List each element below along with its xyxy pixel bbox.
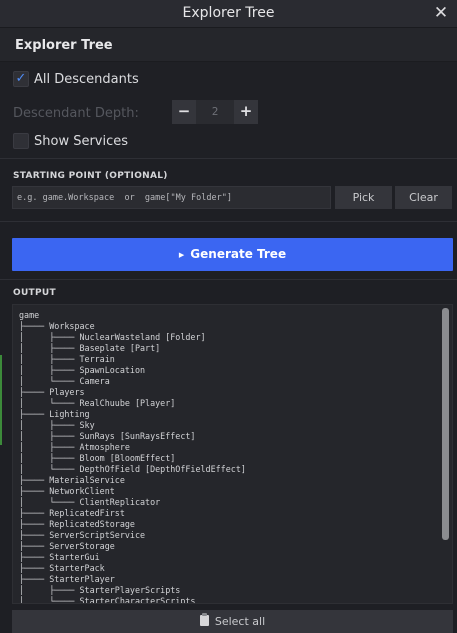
divider — [0, 221, 457, 222]
window-titlebar: Explorer Tree ✕ — [0, 0, 457, 28]
edge-stripe — [0, 355, 2, 445]
panel-heading: Explorer Tree — [15, 38, 113, 53]
window-title: Explorer Tree — [182, 5, 275, 21]
starting-point-label: STARTING POINT (OPTIONAL) — [13, 171, 168, 181]
all-descendants-label: All Descendants — [34, 71, 139, 87]
divider — [0, 158, 457, 159]
descendant-depth-row: Descendant Depth: — [13, 103, 139, 123]
depth-decrement-button[interactable]: − — [172, 100, 196, 124]
output-tree: game ├──── Workspace │ ├──── NuclearWastel… — [19, 310, 246, 604]
all-descendants-toggle[interactable]: ✓ All Descendants — [13, 69, 139, 89]
descendant-depth-stepper: − 2 + — [172, 100, 258, 124]
depth-value[interactable]: 2 — [196, 100, 234, 124]
show-services-checkbox[interactable] — [13, 133, 29, 149]
tree-line: │ └──── Camera — [19, 376, 110, 386]
all-descendants-checkbox[interactable]: ✓ — [13, 71, 29, 87]
clipboard-icon — [199, 613, 209, 626]
tree-line: │ ├──── Terrain — [19, 354, 115, 364]
output-textbox[interactable]: game ├──── Workspace │ ├──── NuclearWastel… — [12, 304, 453, 604]
clear-button[interactable]: Clear — [395, 186, 452, 209]
descendant-depth-label: Descendant Depth: — [13, 105, 139, 121]
select-all-button[interactable]: Select all — [12, 610, 453, 633]
tree-line: │ └──── RealChuube [Player] — [19, 398, 176, 408]
tree-line: │ ├──── Atmosphere — [19, 442, 130, 452]
generate-tree-label: Generate Tree — [190, 247, 287, 261]
tree-line: │ ├──── SpawnLocation — [19, 365, 146, 375]
checkmark-icon: ✓ — [15, 71, 27, 86]
tree-line: ├──── StarterGui — [19, 552, 100, 562]
tree-line: ├──── StarterPlayer — [19, 574, 115, 584]
select-all-label: Select all — [214, 615, 266, 628]
tree-line: ├──── MaterialService — [19, 475, 125, 485]
tree-line: │ └──── DepthOfField [DepthOfFieldEffect… — [19, 464, 246, 474]
tree-line: ├──── ReplicatedStorage — [19, 519, 135, 529]
close-icon[interactable]: ✕ — [431, 3, 451, 23]
tree-line: ├──── ServerScriptService — [19, 530, 146, 540]
play-icon: ▶ — [178, 251, 185, 259]
tree-line: ├──── Lighting — [19, 409, 90, 419]
tree-line: ├──── Workspace — [19, 321, 95, 331]
output-scrollbar[interactable] — [442, 308, 449, 540]
tree-line: ├──── StarterPack — [19, 563, 105, 573]
tree-line: │ ├──── SunRays [SunRaysEffect] — [19, 431, 196, 441]
show-services-toggle[interactable]: Show Services — [13, 131, 128, 151]
tree-line: │ ├──── Baseplate [Part] — [19, 343, 161, 353]
show-services-label: Show Services — [34, 133, 129, 149]
divider — [0, 279, 457, 280]
depth-increment-button[interactable]: + — [234, 100, 258, 124]
pick-button[interactable]: Pick — [335, 186, 392, 209]
tree-line: ├──── ReplicatedFirst — [19, 508, 125, 518]
tree-line: │ ├──── StarterPlayerScripts — [19, 585, 181, 595]
tree-line: │ └──── ClientReplicator — [19, 497, 161, 507]
tree-line: │ ├──── Bloom [BloomEffect] — [19, 453, 176, 463]
panel-header: Explorer Tree — [0, 28, 457, 62]
output-label: OUTPUT — [13, 288, 56, 298]
tree-line: │ └──── StarterCharacterScripts — [19, 596, 196, 604]
tree-line: ├──── NetworkClient — [19, 486, 115, 496]
tree-line: │ ├──── NuclearWasteland [Folder] — [19, 332, 206, 342]
starting-point-input[interactable]: e.g. game.Workspace or game["My Folder"] — [12, 186, 331, 209]
generate-tree-button[interactable]: ▶ Generate Tree — [12, 238, 453, 271]
tree-line: ├──── ServerStorage — [19, 541, 115, 551]
tree-line: game — [19, 310, 40, 320]
tree-line: │ ├──── Sky — [19, 420, 95, 430]
tree-line: ├──── Players — [19, 387, 85, 397]
